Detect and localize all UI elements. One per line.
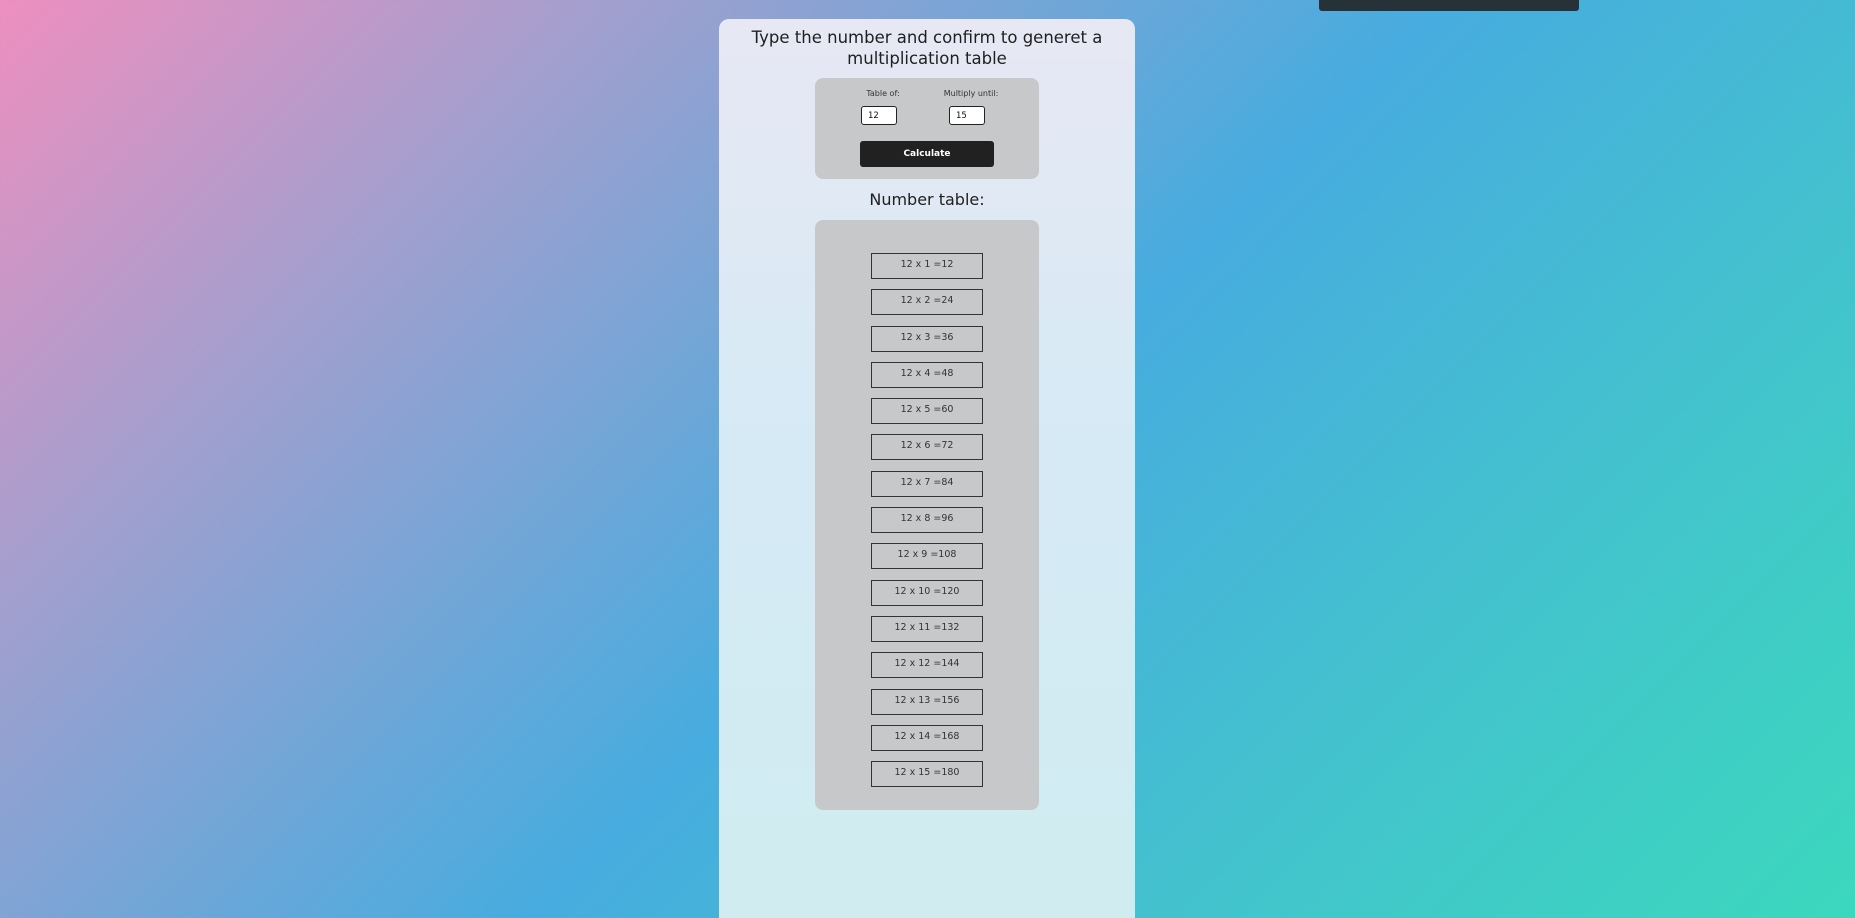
results-heading: Number table: (869, 190, 985, 209)
multiplication-card: Type the number and confirm to generet a… (719, 19, 1135, 918)
result-row: 12 x 4 =48 (871, 361, 983, 388)
result-row: 12 x 10 =120 (871, 579, 983, 606)
results-list: 12 x 1 =12 12 x 2 =24 12 x 3 =36 12 x 4 … (871, 253, 983, 797)
results-panel: 12 x 1 =12 12 x 2 =24 12 x 3 =36 12 x 4 … (815, 220, 1039, 810)
table-of-input[interactable] (861, 106, 897, 125)
result-row: 12 x 3 =36 (871, 325, 983, 352)
result-row: 12 x 14 =168 (871, 724, 983, 751)
page-title: Type the number and confirm to generet a… (751, 28, 1103, 68)
top-dark-bar (1319, 0, 1579, 11)
result-row: 12 x 13 =156 (871, 688, 983, 715)
table-of-label: Table of: (866, 89, 900, 98)
multiply-until-label: Multiply until: (943, 89, 999, 98)
result-row: 12 x 11 =132 (871, 615, 983, 642)
result-row: 12 x 15 =180 (871, 761, 983, 788)
calculate-button[interactable]: Calculate (860, 141, 994, 167)
input-form: Table of: Multiply until: Calculate (815, 78, 1039, 179)
multiply-until-input[interactable] (949, 106, 985, 125)
result-row: 12 x 7 =84 (871, 470, 983, 497)
result-row: 12 x 6 =72 (871, 434, 983, 461)
result-row: 12 x 2 =24 (871, 289, 983, 316)
result-row: 12 x 1 =12 (871, 253, 983, 279)
result-row: 12 x 5 =60 (871, 398, 983, 425)
result-row: 12 x 8 =96 (871, 507, 983, 534)
result-row: 12 x 9 =108 (871, 543, 983, 570)
result-row: 12 x 12 =144 (871, 652, 983, 679)
